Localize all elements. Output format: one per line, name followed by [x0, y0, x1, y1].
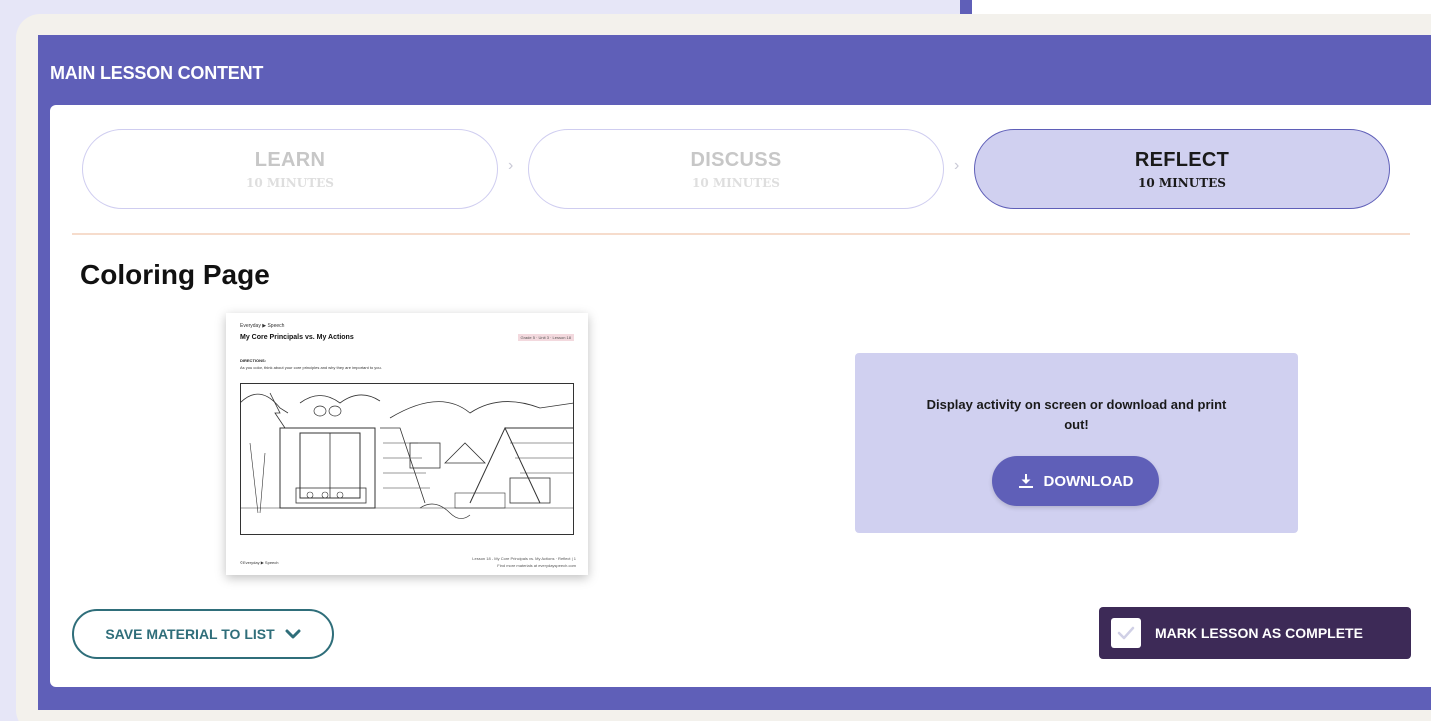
divider: [72, 233, 1410, 235]
worksheet-footer-left: ©Everyday ▶ Speech: [240, 560, 279, 565]
download-icon: [1018, 474, 1033, 488]
step-reflect[interactable]: REFLECT 10 MINUTES: [974, 129, 1390, 209]
coloring-illustration: [240, 383, 574, 535]
check-icon: [1117, 626, 1135, 640]
mark-complete-label: MARK LESSON AS COMPLETE: [1155, 625, 1363, 641]
worksheet-footer-right: Lesson 18 - My Core Principals vs. My Ac…: [472, 556, 576, 561]
step-duration: 10 MINUTES: [1138, 175, 1226, 190]
download-label: DOWNLOAD: [1043, 472, 1134, 490]
worksheet-tag: Grade 5 · Unit 3 · Lesson 18: [517, 334, 574, 341]
lesson-content: LEARN 10 MINUTES › DISCUSS 10 MINUTES › …: [50, 105, 1431, 687]
step-label: DISCUSS: [690, 148, 782, 171]
step-label: REFLECT: [1134, 148, 1230, 171]
panel-title: MAIN LESSON CONTENT: [50, 63, 264, 83]
worksheet-directions: As you color, think about your core prin…: [240, 365, 382, 370]
step-discuss[interactable]: DISCUSS 10 MINUTES: [528, 129, 944, 209]
checkbox[interactable]: [1111, 618, 1141, 648]
worksheet-footer-url: Find more materials at everydayspeech.co…: [497, 563, 576, 568]
step-duration: 10 MINUTES: [246, 175, 334, 190]
save-material-button[interactable]: SAVE MATERIAL TO LIST: [72, 609, 334, 659]
chevron-right-icon: ›: [508, 157, 514, 174]
main-lesson-panel: MAIN LESSON CONTENT LEARN 10 MINUTES › D…: [38, 35, 1431, 710]
step-duration: 10 MINUTES: [692, 175, 780, 190]
worksheet-title: My Core Principals vs. My Actions: [240, 334, 354, 341]
chevron-right-icon: ›: [954, 157, 960, 174]
worksheet-preview[interactable]: Everyday ▶ Speech My Core Principals vs.…: [226, 313, 588, 575]
mark-complete-button[interactable]: MARK LESSON AS COMPLETE: [1099, 607, 1411, 659]
section-title: Coloring Page: [80, 259, 270, 290]
save-label: SAVE MATERIAL TO LIST: [105, 626, 275, 642]
download-instructions: Display activity on screen or download a…: [926, 397, 1227, 432]
download-button[interactable]: DOWNLOAD: [992, 456, 1159, 506]
step-learn[interactable]: LEARN 10 MINUTES: [82, 129, 498, 209]
worksheet-directions-heading: DIRECTIONS:: [240, 358, 266, 363]
download-box: Display activity on screen or download a…: [855, 353, 1298, 533]
worksheet-brand: Everyday ▶ Speech: [240, 323, 285, 329]
chevron-down-icon: [285, 629, 301, 639]
step-label: LEARN: [254, 148, 326, 171]
